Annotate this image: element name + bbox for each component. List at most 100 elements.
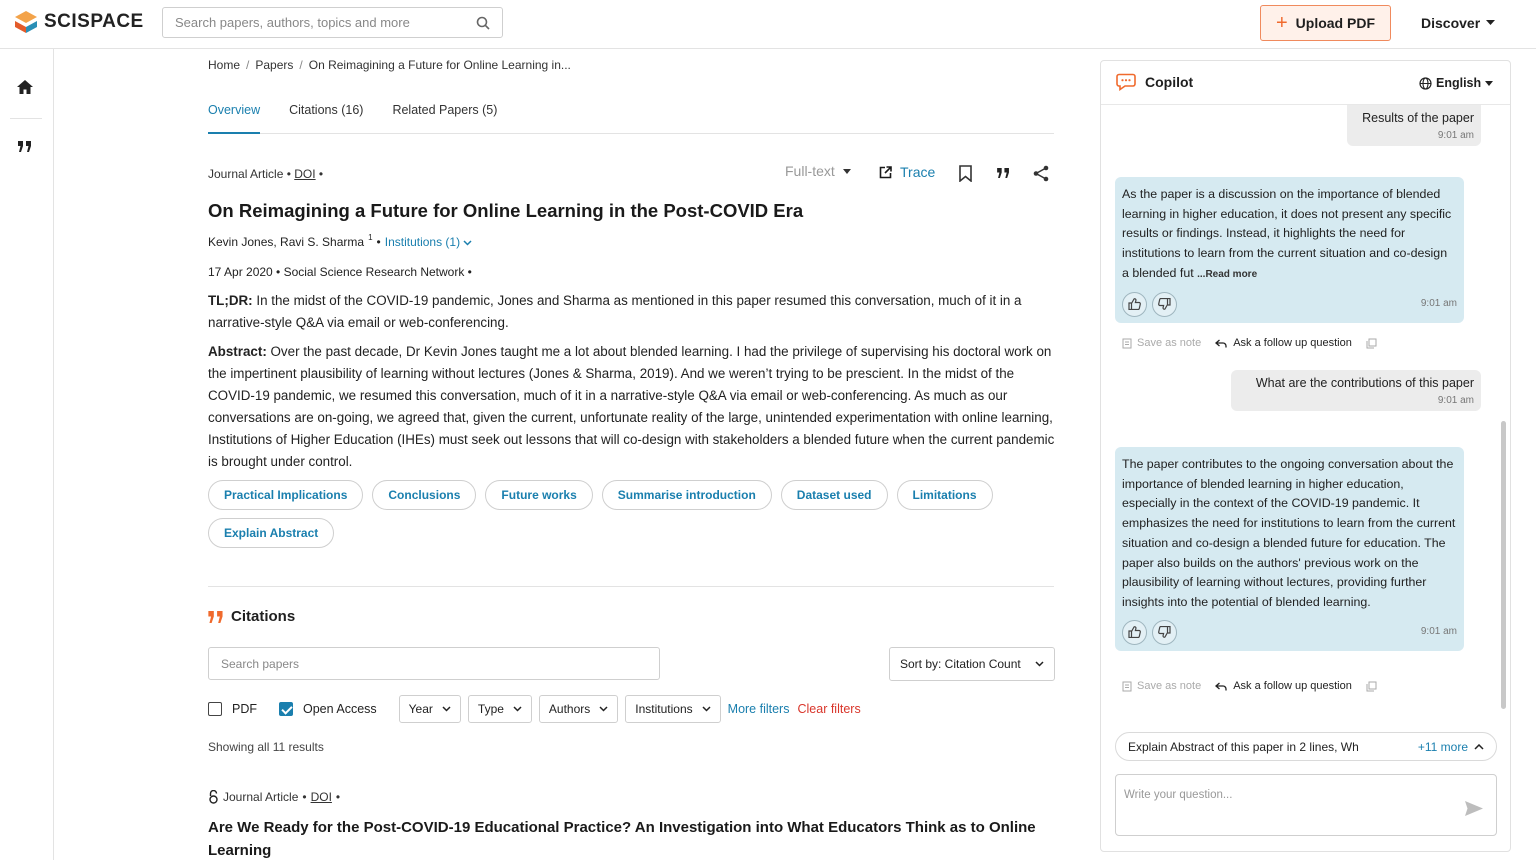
abstract-label: Abstract: [208,344,267,359]
upload-pdf-label: Upload PDF [1295,15,1376,31]
send-icon[interactable] [1464,800,1484,817]
ask-follow-up-button[interactable]: Ask a follow up question [1215,680,1352,692]
language-dropdown[interactable]: English [1419,76,1494,90]
pdf-checkbox[interactable] [208,702,222,716]
more-suggestions-label: +11 more [1417,739,1468,754]
chip-summarise-introduction[interactable]: Summarise introduction [601,480,772,510]
copy-icon[interactable] [1366,338,1377,349]
citation-filters: PDF Open Access Year Type Authors Instit… [208,695,861,723]
discover-label: Discover [1421,15,1481,31]
message-time: 9:01 am [1420,626,1457,638]
chevron-down-icon [702,706,711,712]
chip-conclusions[interactable]: Conclusions [372,480,477,510]
quote-icon[interactable] [18,141,32,152]
thumbs-down-icon[interactable] [1152,619,1177,645]
chip-dataset-used[interactable]: Dataset used [780,480,888,510]
thumbs-down-icon[interactable] [1152,291,1177,317]
trace-button[interactable]: Trace [879,164,935,180]
copy-icon[interactable] [1366,681,1377,692]
caret-down-icon [842,168,851,174]
breadcrumb-home[interactable]: Home [208,58,240,72]
thumbs-up-icon[interactable] [1122,619,1147,645]
assistant-message: The paper contributes to the ongoing con… [1115,447,1464,651]
breadcrumb-separator: / [246,58,250,72]
sort-dropdown[interactable]: Sort by: Citation Count [889,647,1055,681]
suggested-question[interactable]: Explain Abstract of this paper in 2 line… [1115,732,1497,761]
assistant-message-text: As the paper is a discussion on the impo… [1122,187,1452,280]
publication-line: 17 Apr 2020 • Social Science Research Ne… [208,265,472,279]
chevron-down-icon [599,706,608,712]
chip-explain-abstract[interactable]: Explain Abstract [208,518,335,548]
question-input[interactable]: Write your question... [1115,774,1497,836]
doi-link[interactable]: DOI [294,167,315,181]
global-search-input[interactable]: Search papers, authors, topics and more [162,7,503,38]
institutions-label: Institutions (1) [384,235,461,249]
tab-citations[interactable]: Citations (16) [289,100,363,133]
year-filter-dropdown[interactable]: Year [398,695,461,723]
fulltext-dropdown[interactable]: Full-text [785,163,851,179]
sort-label: Sort by: Citation Count [900,657,1021,671]
result-doi-link[interactable]: DOI [311,790,332,804]
copilot-header: Copilot English [1101,61,1510,105]
result-title[interactable]: Are We Ready for the Post-COVID-19 Educa… [208,816,1048,862]
tab-related-papers[interactable]: Related Papers (5) [392,100,497,133]
chevron-down-icon [1035,661,1044,667]
language-label: English [1436,76,1482,90]
breadcrumb-separator: / [299,58,303,72]
citations-heading: Citations [208,608,295,625]
citations-search-input[interactable]: Search papers [208,647,660,680]
ask-follow-up-button[interactable]: Ask a follow up question [1215,337,1352,349]
save-as-note-button[interactable]: Save as note [1122,680,1201,692]
plus-icon: + [1275,12,1288,34]
home-icon[interactable] [16,79,34,95]
citations-heading-text: Citations [231,608,296,625]
read-more-link[interactable]: ...Read more [1197,269,1257,280]
results-count: Showing all 11 results [208,740,324,754]
institutions-toggle[interactable]: Institutions (1) [385,235,473,249]
authors-filter-label: Authors [548,702,591,716]
paper-type-line: Journal Article • DOI • [208,167,324,181]
paper-actions: Full-text [785,163,851,179]
chip-limitations[interactable]: Limitations [896,480,993,510]
year-filter-label: Year [408,702,433,716]
type-filter-dropdown[interactable]: Type [467,695,532,723]
cite-icon[interactable] [997,168,1010,178]
tab-overview[interactable]: Overview [208,100,261,134]
abstract-section: Abstract: Over the past decade, Dr Kevin… [208,341,1056,473]
assistant-message: As the paper is a discussion on the impo… [1115,177,1464,323]
clear-filters-link[interactable]: Clear filters [797,702,860,716]
note-icon [1122,681,1132,691]
thumbs-up-icon[interactable] [1122,291,1147,317]
more-suggestions-toggle[interactable]: +11 more [1418,740,1484,754]
message-actions: Save as note Ask a follow up question [1122,337,1377,349]
upload-pdf-button[interactable]: + Upload PDF [1260,5,1391,41]
share-icon[interactable] [1033,165,1049,182]
institutions-filter-dropdown[interactable]: Institutions [625,695,721,723]
search-placeholder: Search papers, authors, topics and more [175,15,410,30]
author-names[interactable]: Kevin Jones, Ravi S. Sharma [208,235,364,249]
save-as-note-button[interactable]: Save as note [1122,337,1201,349]
open-access-checkbox[interactable] [279,702,293,716]
paper-tabs: Overview Citations (16) Related Papers (… [208,100,1054,134]
side-rail [0,49,54,860]
question-input-placeholder: Write your question... [1124,789,1233,801]
more-filters-link[interactable]: More filters [728,702,790,716]
chat-scrollbar[interactable] [1501,421,1506,709]
chevron-down-icon [463,240,472,246]
authors-filter-dropdown[interactable]: Authors [538,695,619,723]
chip-future-works[interactable]: Future works [485,480,593,510]
discover-menu[interactable]: Discover [1421,15,1496,31]
bookmark-icon[interactable] [959,165,972,182]
copilot-title: Copilot [1116,73,1193,91]
abstract-text: Over the past decade, Dr Kevin Jones tau… [208,344,1055,469]
scispace-logo[interactable]: SCISPACE [14,10,144,34]
chip-practical-implications[interactable]: Practical Implications [208,480,364,510]
search-icon[interactable] [476,16,490,30]
user-message: Results of the paper 9:01 am [1347,105,1481,146]
breadcrumb-papers[interactable]: Papers [255,58,293,72]
user-message-text: What are the contributions of this paper [1255,376,1474,390]
note-icon [1122,338,1132,348]
copilot-title-text: Copilot [1145,74,1194,90]
ask-follow-up-label: Ask a follow up question [1233,337,1352,349]
result-type: Journal Article [223,790,299,804]
